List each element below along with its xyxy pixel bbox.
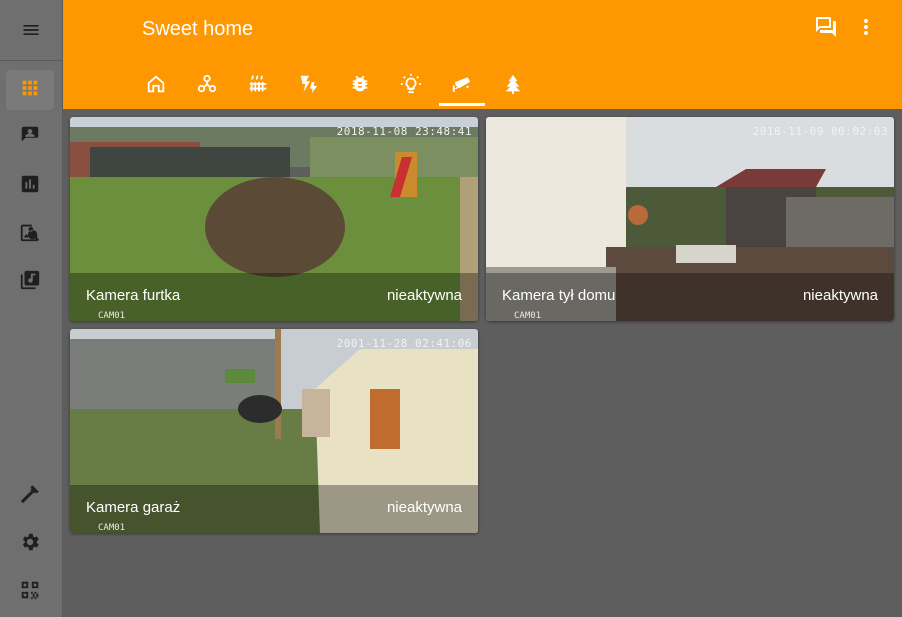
hammer-icon (19, 483, 41, 510)
music-box-icon (19, 269, 41, 296)
tab-cameras[interactable] (439, 66, 485, 106)
bug-icon (349, 73, 371, 100)
lightbulb-icon (400, 73, 422, 100)
tab-bug[interactable] (337, 66, 383, 106)
camera-timestamp: 2001-11-28 02:41:06 (336, 337, 472, 350)
account-box-icon (19, 124, 41, 151)
tab-heating[interactable] (235, 66, 281, 106)
camera-timestamp: 2018-11-08 23:48:41 (336, 125, 472, 138)
chart-bar-icon (19, 173, 41, 200)
camera-state: nieaktywna (802, 287, 878, 304)
tab-lights[interactable] (388, 66, 434, 106)
sidebar-item-qr[interactable] (6, 572, 54, 612)
tab-home[interactable] (133, 66, 179, 106)
home-icon (145, 73, 167, 100)
sidebar-header (0, 0, 62, 61)
sidebar-item-settings[interactable] (6, 524, 54, 564)
camera-id-overlay: CAM01 (514, 311, 542, 321)
sidebar-item-developer-tools[interactable] (6, 476, 54, 516)
app-header: Sweet home (63, 0, 902, 109)
page-title: Sweet home (142, 18, 254, 40)
tab-energy[interactable] (286, 66, 332, 106)
menu-icon[interactable] (21, 20, 41, 40)
camera-card[interactable]: 2001-11-28 02:41:06 Kamera garaż nieakty… (70, 329, 478, 533)
sidebar-item-music[interactable] (6, 262, 54, 302)
chat-icon (814, 15, 838, 44)
tab-garden[interactable] (490, 66, 536, 106)
radiator-icon (247, 73, 269, 100)
dots-vertical-icon (854, 15, 878, 44)
camera-name: Kamera furtka (86, 287, 181, 304)
sidebar-item-people[interactable] (6, 117, 54, 157)
hubspot-icon (196, 73, 218, 100)
conversation-button[interactable] (813, 16, 839, 42)
camera-id-overlay: CAM01 (98, 523, 126, 533)
sidebar (0, 0, 63, 617)
cctv-icon (451, 73, 473, 100)
apps-icon (19, 77, 41, 104)
tree-icon (502, 73, 524, 100)
more-options-button[interactable] (853, 16, 879, 42)
camera-name: Kamera garaż (86, 499, 181, 516)
flash-icon (298, 73, 320, 100)
camera-timestamp: 2018-11-09 00:02:03 (752, 125, 888, 138)
image-search-icon (19, 221, 41, 248)
camera-id-overlay: CAM01 (98, 311, 126, 321)
sidebar-item-overview[interactable] (6, 70, 54, 110)
camera-card[interactable]: 2018-11-08 23:48:41 Kamera furtka nieakt… (70, 117, 478, 321)
camera-state: nieaktywna (386, 499, 462, 516)
camera-name: Kamera tył domu (502, 287, 616, 304)
tab-network[interactable] (184, 66, 230, 106)
sidebar-item-history[interactable] (6, 166, 54, 206)
cog-icon (19, 531, 41, 558)
camera-state: nieaktywna (386, 287, 462, 304)
sidebar-item-media[interactable] (6, 214, 54, 254)
camera-card[interactable]: 2018-11-09 00:02:03 Kamera tył domu niea… (486, 117, 894, 321)
qrcode-icon (19, 579, 41, 606)
